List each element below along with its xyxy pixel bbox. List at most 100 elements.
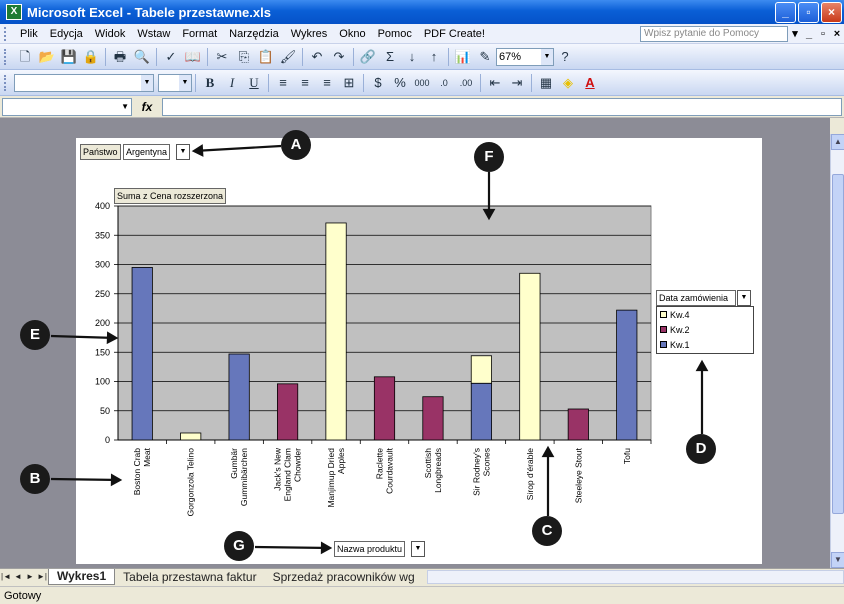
chevron-down-icon[interactable]: ▼: [121, 99, 129, 115]
vertical-scrollbar[interactable]: ▲ ▼: [830, 134, 844, 568]
increase-decimal-icon[interactable]: .0: [434, 73, 454, 93]
toolbar-separator: [448, 47, 449, 66]
print-icon[interactable]: 🖶: [110, 47, 130, 67]
toolbar-separator: [268, 73, 269, 92]
decrease-decimal-icon[interactable]: .00: [456, 73, 476, 93]
sort-descending-icon[interactable]: ↑: [424, 47, 444, 67]
close-button[interactable]: ×: [821, 1, 842, 23]
tab-wykres1[interactable]: Wykres1: [48, 568, 116, 585]
scroll-thumb[interactable]: [832, 174, 844, 514]
font-size-select[interactable]: ▼: [158, 73, 192, 92]
doc-close-icon[interactable]: ×: [830, 28, 844, 40]
last-sheet-icon[interactable]: ►|: [36, 572, 48, 581]
minimize-button[interactable]: _: [775, 1, 796, 23]
legend-label: Kw.2: [670, 324, 690, 335]
help-search-input[interactable]: Wpisz pytanie do Pomocy: [640, 25, 788, 42]
font-color-icon[interactable]: A: [580, 73, 600, 93]
formula-input[interactable]: [162, 97, 842, 116]
maximize-button[interactable]: ▫: [798, 1, 819, 23]
align-left-icon[interactable]: ≡: [273, 73, 293, 93]
horizontal-scrollbar[interactable]: [426, 569, 844, 584]
currency-icon[interactable]: $: [368, 73, 388, 93]
fill-color-icon[interactable]: ◈: [558, 73, 578, 93]
bold-icon[interactable]: B: [200, 73, 220, 93]
tab-tabela-przestawna-faktur[interactable]: Tabela przestawna faktur: [115, 570, 264, 584]
menu-format[interactable]: Format: [176, 28, 223, 40]
scroll-up-icon[interactable]: ▲: [831, 134, 844, 150]
underline-icon[interactable]: U: [244, 73, 264, 93]
print-preview-icon[interactable]: 🔍: [132, 47, 152, 67]
menu-edycja[interactable]: Edycja: [44, 28, 89, 40]
save-icon[interactable]: 💾: [59, 47, 79, 67]
category-field-dropdown-icon[interactable]: ▼: [411, 541, 425, 557]
help-dropdown-icon[interactable]: ▾: [788, 27, 802, 40]
fx-icon[interactable]: fx: [132, 100, 162, 114]
sheet-tab-bar: |◄ ◄ ► ►| Wykres1 Tabela przestawna fakt…: [0, 568, 844, 585]
hyperlink-icon[interactable]: 🔗: [358, 47, 378, 67]
standard-toolbar: 🗋 📂 💾 🔒 🖶 🔍 ✓ 📖 ✂ ⎘ 📋 🖌 ↶ ↷ 🔗 Σ ↓ ↑ 📊 ✎ …: [0, 44, 844, 70]
category-field-button[interactable]: Nazwa produktu: [334, 541, 406, 557]
series-field-button[interactable]: Data zamówienia: [656, 290, 736, 306]
menu-wykres[interactable]: Wykres: [285, 28, 334, 40]
chart-legend[interactable]: Kw.4 Kw.2 Kw.1: [656, 306, 754, 354]
permission-icon[interactable]: 🔒: [81, 47, 101, 67]
italic-icon[interactable]: I: [222, 73, 242, 93]
tab-sprzedaz-pracownikow[interactable]: Sprzedaż pracowników wg: [265, 570, 423, 584]
format-painter-icon[interactable]: 🖌: [278, 47, 298, 67]
first-sheet-icon[interactable]: |◄: [0, 572, 12, 581]
doc-restore-icon[interactable]: ▫: [816, 28, 830, 40]
chevron-down-icon[interactable]: ▼: [179, 74, 191, 91]
new-icon[interactable]: 🗋: [15, 47, 35, 67]
chevron-down-icon[interactable]: ▼: [141, 74, 153, 91]
name-box[interactable]: ▼: [2, 97, 132, 116]
menu-narzedzia[interactable]: Narzędzia: [223, 28, 285, 40]
sort-ascending-icon[interactable]: ↓: [402, 47, 422, 67]
borders-icon[interactable]: ▦: [536, 73, 556, 93]
copy-icon[interactable]: ⎘: [234, 47, 254, 67]
undo-icon[interactable]: ↶: [307, 47, 327, 67]
menu-pomoc[interactable]: Pomoc: [372, 28, 418, 40]
chart-wizard-icon[interactable]: 📊: [453, 47, 473, 67]
legend-item-kw1: Kw.1: [657, 337, 753, 352]
excel-app-icon[interactable]: X: [6, 4, 22, 20]
cut-icon[interactable]: ✂: [212, 47, 232, 67]
menu-okno[interactable]: Okno: [333, 28, 371, 40]
paste-icon[interactable]: 📋: [256, 47, 276, 67]
spelling-icon[interactable]: ✓: [161, 47, 181, 67]
align-center-icon[interactable]: ≡: [295, 73, 315, 93]
thousands-icon[interactable]: 000: [412, 73, 432, 93]
menu-wstaw[interactable]: Wstaw: [131, 28, 176, 40]
prev-sheet-icon[interactable]: ◄: [12, 572, 24, 581]
toolbar-separator: [302, 47, 303, 66]
scroll-down-icon[interactable]: ▼: [831, 552, 844, 568]
percent-icon[interactable]: %: [390, 73, 410, 93]
increase-indent-icon[interactable]: ⇥: [507, 73, 527, 93]
callout-g: G: [224, 531, 254, 561]
page-field-country-button[interactable]: Państwo: [80, 144, 121, 160]
menu-widok[interactable]: Widok: [89, 28, 132, 40]
doc-minimize-icon[interactable]: _: [802, 28, 816, 40]
drawing-icon[interactable]: ✎: [475, 47, 495, 67]
menu-pdf-create[interactable]: PDF Create!: [418, 28, 491, 40]
data-field-button[interactable]: Suma z Cena rozszerzona: [114, 188, 227, 204]
open-icon[interactable]: 📂: [37, 47, 57, 67]
formatting-toolbar: ▼ ▼ B I U ≡ ≡ ≡ ⊞ $ % 000 .0 .00 ⇤ ⇥ ▦ ◈…: [0, 70, 844, 96]
zoom-select[interactable]: 67% ▼: [496, 47, 554, 66]
research-icon[interactable]: 📖: [183, 47, 203, 67]
legend-item-kw2: Kw.2: [657, 322, 753, 337]
merge-center-icon[interactable]: ⊞: [339, 73, 359, 93]
legend-swatch: [660, 326, 667, 333]
redo-icon[interactable]: ↷: [329, 47, 349, 67]
autosum-icon[interactable]: Σ: [380, 47, 400, 67]
font-name-select[interactable]: ▼: [14, 73, 154, 92]
next-sheet-icon[interactable]: ►: [24, 572, 36, 581]
help-icon[interactable]: ?: [555, 47, 575, 67]
align-right-icon[interactable]: ≡: [317, 73, 337, 93]
toolbar-separator: [531, 73, 532, 92]
page-field-dropdown-icon[interactable]: ▼: [176, 144, 190, 160]
chevron-down-icon[interactable]: ▼: [541, 48, 553, 65]
series-field-dropdown-icon[interactable]: ▼: [737, 290, 751, 306]
menu-plik[interactable]: Plik: [14, 28, 44, 40]
page-field-country-value[interactable]: Argentyna: [123, 144, 171, 160]
decrease-indent-icon[interactable]: ⇤: [485, 73, 505, 93]
